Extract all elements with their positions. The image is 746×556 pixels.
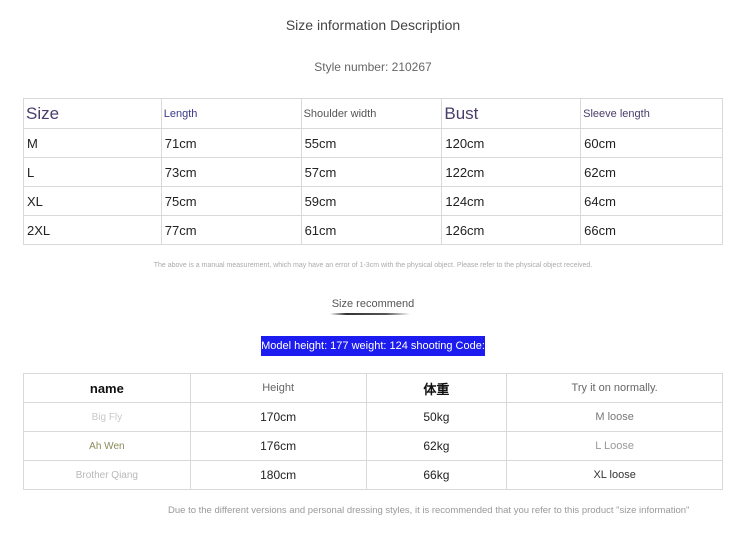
cell-shoulder: 61cm	[300, 215, 443, 245]
cell-weight: 62kg	[365, 431, 508, 461]
model-table-header: name Height 体重 Try it on normally.	[23, 373, 723, 403]
cell-length: 73cm	[160, 157, 302, 187]
cell-height: 180cm	[189, 460, 367, 490]
model-banner: Model height: 177 weight: 124 shooting C…	[261, 336, 485, 356]
table-row: Brother Qiang 180cm 66kg XL loose	[23, 460, 723, 490]
cell-bust: 122cm	[441, 157, 582, 187]
page-title: Size information Description	[285, 17, 461, 33]
cell-bust: 126cm	[441, 215, 582, 245]
cell-shoulder: 57cm	[300, 157, 443, 187]
cell-try-on: M loose	[506, 402, 723, 432]
header-size: Size	[23, 98, 162, 129]
header-shoulder-width: Shoulder width	[300, 98, 443, 129]
cell-size: XL	[23, 186, 162, 216]
cell-size: 2XL	[23, 215, 162, 245]
table-row: M 71cm 55cm 120cm 60cm	[23, 128, 723, 158]
header-try-on: Try it on normally.	[506, 373, 723, 403]
cell-height: 170cm	[189, 402, 367, 432]
measurement-note: The above is a manual measurement, which…	[153, 262, 593, 269]
model-table: name Height 体重 Try it on normally. Big F…	[23, 373, 723, 490]
table-row: Big Fly 170cm 50kg M loose	[23, 402, 723, 432]
cell-weight: 50kg	[365, 402, 508, 432]
cell-name: Big Fly	[23, 402, 191, 432]
cell-size: L	[23, 157, 162, 187]
style-number: Style number: 210267	[314, 60, 432, 74]
cell-sleeve: 64cm	[580, 186, 723, 216]
cell-size: M	[23, 128, 162, 158]
table-row: XL 75cm 59cm 124cm 64cm	[23, 186, 723, 216]
header-bust: Bust	[441, 98, 582, 129]
title-underline	[330, 313, 410, 315]
header-length: Length	[160, 98, 302, 129]
table-row: Ah Wen 176cm 62kg L Loose	[23, 431, 723, 461]
cell-try-on: XL loose	[506, 460, 723, 490]
header-weight: 体重	[365, 373, 508, 403]
header-name: name	[23, 373, 191, 403]
cell-bust: 124cm	[441, 186, 582, 216]
cell-length: 71cm	[160, 128, 302, 158]
size-recommend-title: Size recommend	[331, 298, 415, 310]
cell-sleeve: 66cm	[580, 215, 723, 245]
footer-note: Due to the different versions and person…	[168, 505, 690, 516]
table-row: L 73cm 57cm 122cm 62cm	[23, 157, 723, 187]
cell-name: Ah Wen	[23, 431, 191, 461]
cell-weight: 66kg	[365, 460, 508, 490]
cell-try-on: L Loose	[506, 431, 723, 461]
cell-sleeve: 62cm	[580, 157, 723, 187]
header-sleeve-length: Sleeve length	[580, 98, 723, 129]
table-row: 2XL 77cm 61cm 126cm 66cm	[23, 215, 723, 245]
cell-length: 77cm	[160, 215, 302, 245]
cell-name: Brother Qiang	[23, 460, 191, 490]
cell-bust: 120cm	[441, 128, 582, 158]
size-table: Size Length Shoulder width Bust Sleeve l…	[23, 98, 723, 245]
cell-length: 75cm	[160, 186, 302, 216]
cell-shoulder: 59cm	[300, 186, 443, 216]
header-height: Height	[189, 373, 367, 403]
cell-shoulder: 55cm	[300, 128, 443, 158]
size-table-header: Size Length Shoulder width Bust Sleeve l…	[23, 98, 723, 129]
cell-sleeve: 60cm	[580, 128, 723, 158]
cell-height: 176cm	[189, 431, 367, 461]
